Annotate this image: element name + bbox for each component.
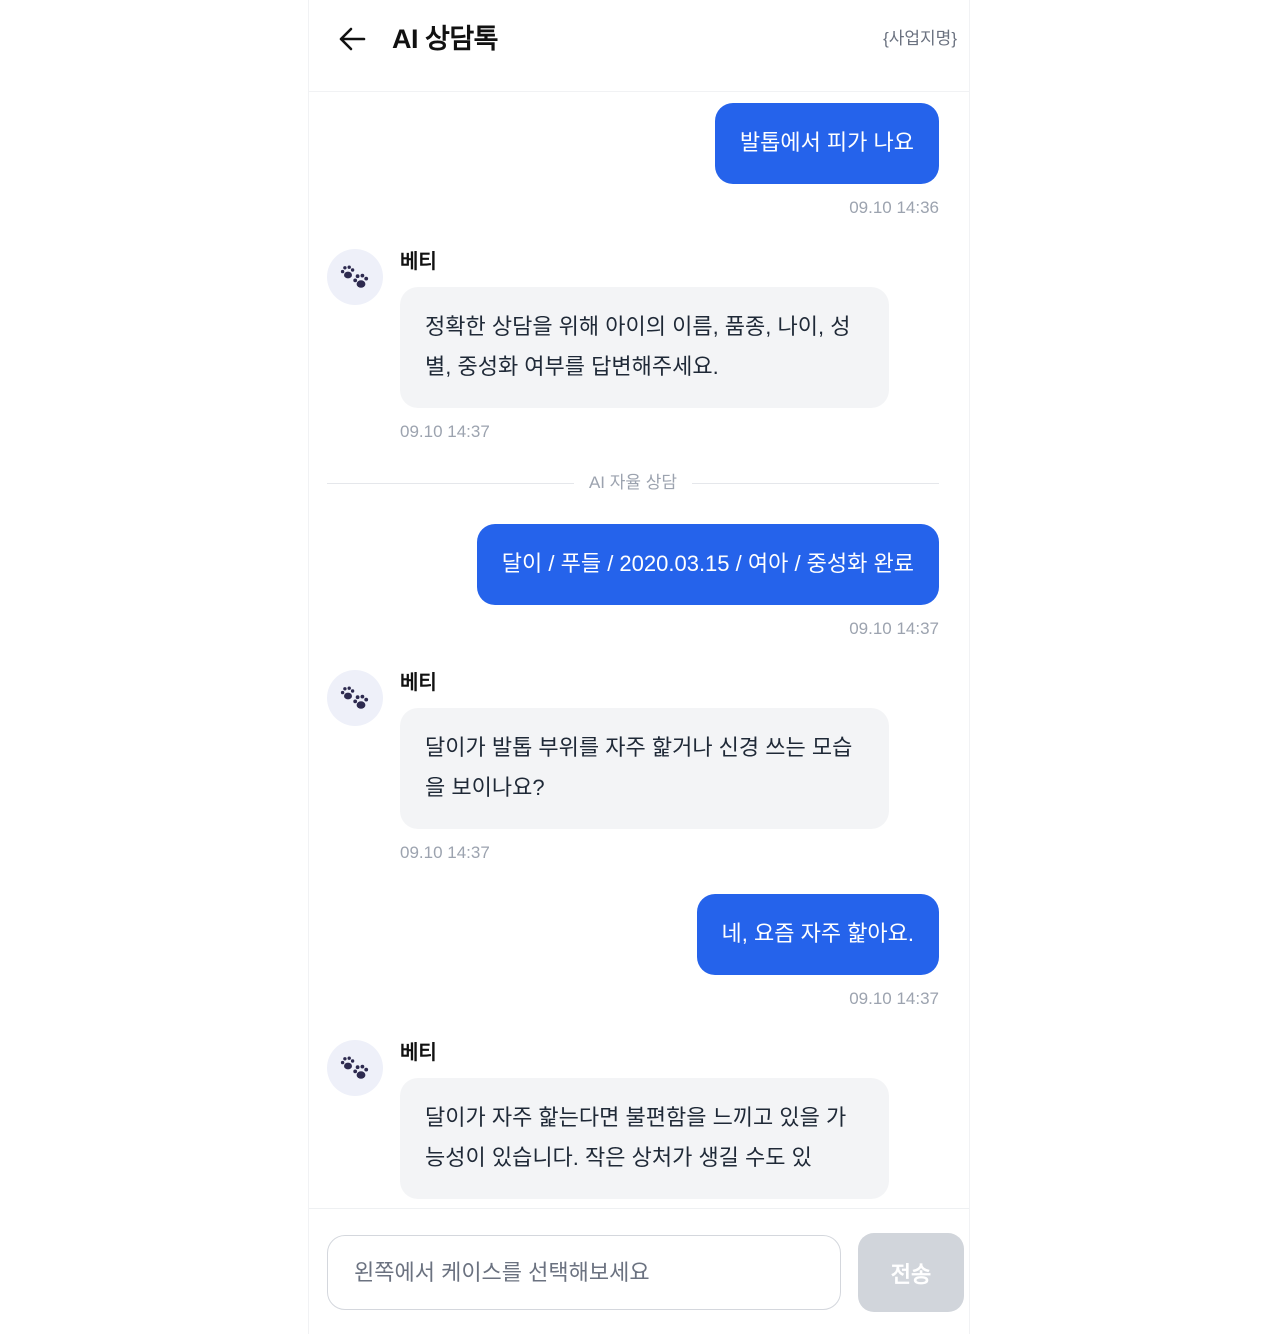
message-timestamp: 09.10 14:37: [849, 989, 939, 1008]
bot-avatar: [327, 1040, 383, 1096]
business-name: {사업지명}: [883, 29, 957, 48]
message-timestamp: 09.10 14:36: [849, 198, 939, 217]
page-title: AI 상담톡: [392, 24, 499, 54]
bot-message-bubble: 달이가 자주 핥는다면 불편함을 느끼고 있을 가능성이 있습니다. 작은 상처…: [400, 1078, 889, 1199]
divider-line-left: [327, 482, 574, 484]
bot-message-content: 베티 정확한 상담을 위해 아이의 이름, 품종, 나이, 성별, 중성화 여부…: [400, 249, 889, 442]
bot-avatar: [327, 249, 383, 305]
paw-icon: [340, 686, 369, 709]
chat-scroll-area[interactable]: 발톱에서 피가 나요 09.10 14:36 베티 정확한 상담을 위해 아이의…: [309, 92, 969, 1208]
bot-message: 베티 정확한 상담을 위해 아이의 이름, 품종, 나이, 성별, 중성화 여부…: [327, 249, 939, 442]
user-message-bubble: 네, 요즘 자주 핥아요.: [696, 894, 939, 975]
header: AI 상담톡 {사업지명}: [309, 0, 969, 92]
bot-message-content: 베티 달이가 자주 핥는다면 불편함을 느끼고 있을 가능성이 있습니다. 작은…: [400, 1040, 889, 1199]
user-message: 발톱에서 피가 나요 09.10 14:36: [327, 103, 939, 218]
paw-icon: [340, 265, 369, 288]
back-button[interactable]: [337, 25, 367, 53]
chat-window: AI 상담톡 {사업지명} 발톱에서 피가 나요 09.10 14:36 베티 …: [308, 0, 970, 1334]
send-button[interactable]: 전송: [858, 1233, 964, 1312]
bot-message: 베티 달이가 발톱 부위를 자주 핥거나 신경 쓰는 모습을 보이나요? 09.…: [327, 670, 939, 863]
bot-message-content: 베티 달이가 발톱 부위를 자주 핥거나 신경 쓰는 모습을 보이나요? 09.…: [400, 670, 889, 863]
message-timestamp: 09.10 14:37: [400, 843, 490, 862]
divider-line-right: [692, 482, 940, 484]
bot-name: 베티: [400, 1042, 437, 1064]
message-input[interactable]: [327, 1235, 841, 1310]
chat-divider: AI 자율 상담: [327, 473, 940, 493]
paw-icon: [340, 1056, 369, 1079]
bot-message-bubble: 정확한 상담을 위해 아이의 이름, 품종, 나이, 성별, 중성화 여부를 답…: [400, 287, 889, 408]
user-message: 달이 / 푸들 / 2020.03.15 / 여아 / 중성화 완료 09.10…: [327, 524, 939, 639]
user-message-bubble: 달이 / 푸들 / 2020.03.15 / 여아 / 중성화 완료: [476, 524, 939, 605]
arrow-left-icon: [339, 27, 366, 51]
divider-label: AI 자율 상담: [588, 473, 678, 492]
message-timestamp: 09.10 14:37: [400, 422, 490, 441]
bot-message: 베티 달이가 자주 핥는다면 불편함을 느끼고 있을 가능성이 있습니다. 작은…: [327, 1040, 939, 1199]
message-timestamp: 09.10 14:37: [849, 619, 939, 638]
user-message-bubble: 발톱에서 피가 나요: [714, 103, 939, 184]
bot-name: 베티: [400, 672, 437, 694]
user-message: 네, 요즘 자주 핥아요. 09.10 14:37: [327, 894, 939, 1009]
bot-avatar: [327, 670, 383, 726]
bot-name: 베티: [400, 251, 437, 273]
message-composer: 전송: [309, 1208, 969, 1334]
bot-message-bubble: 달이가 발톱 부위를 자주 핥거나 신경 쓰는 모습을 보이나요?: [400, 708, 889, 829]
